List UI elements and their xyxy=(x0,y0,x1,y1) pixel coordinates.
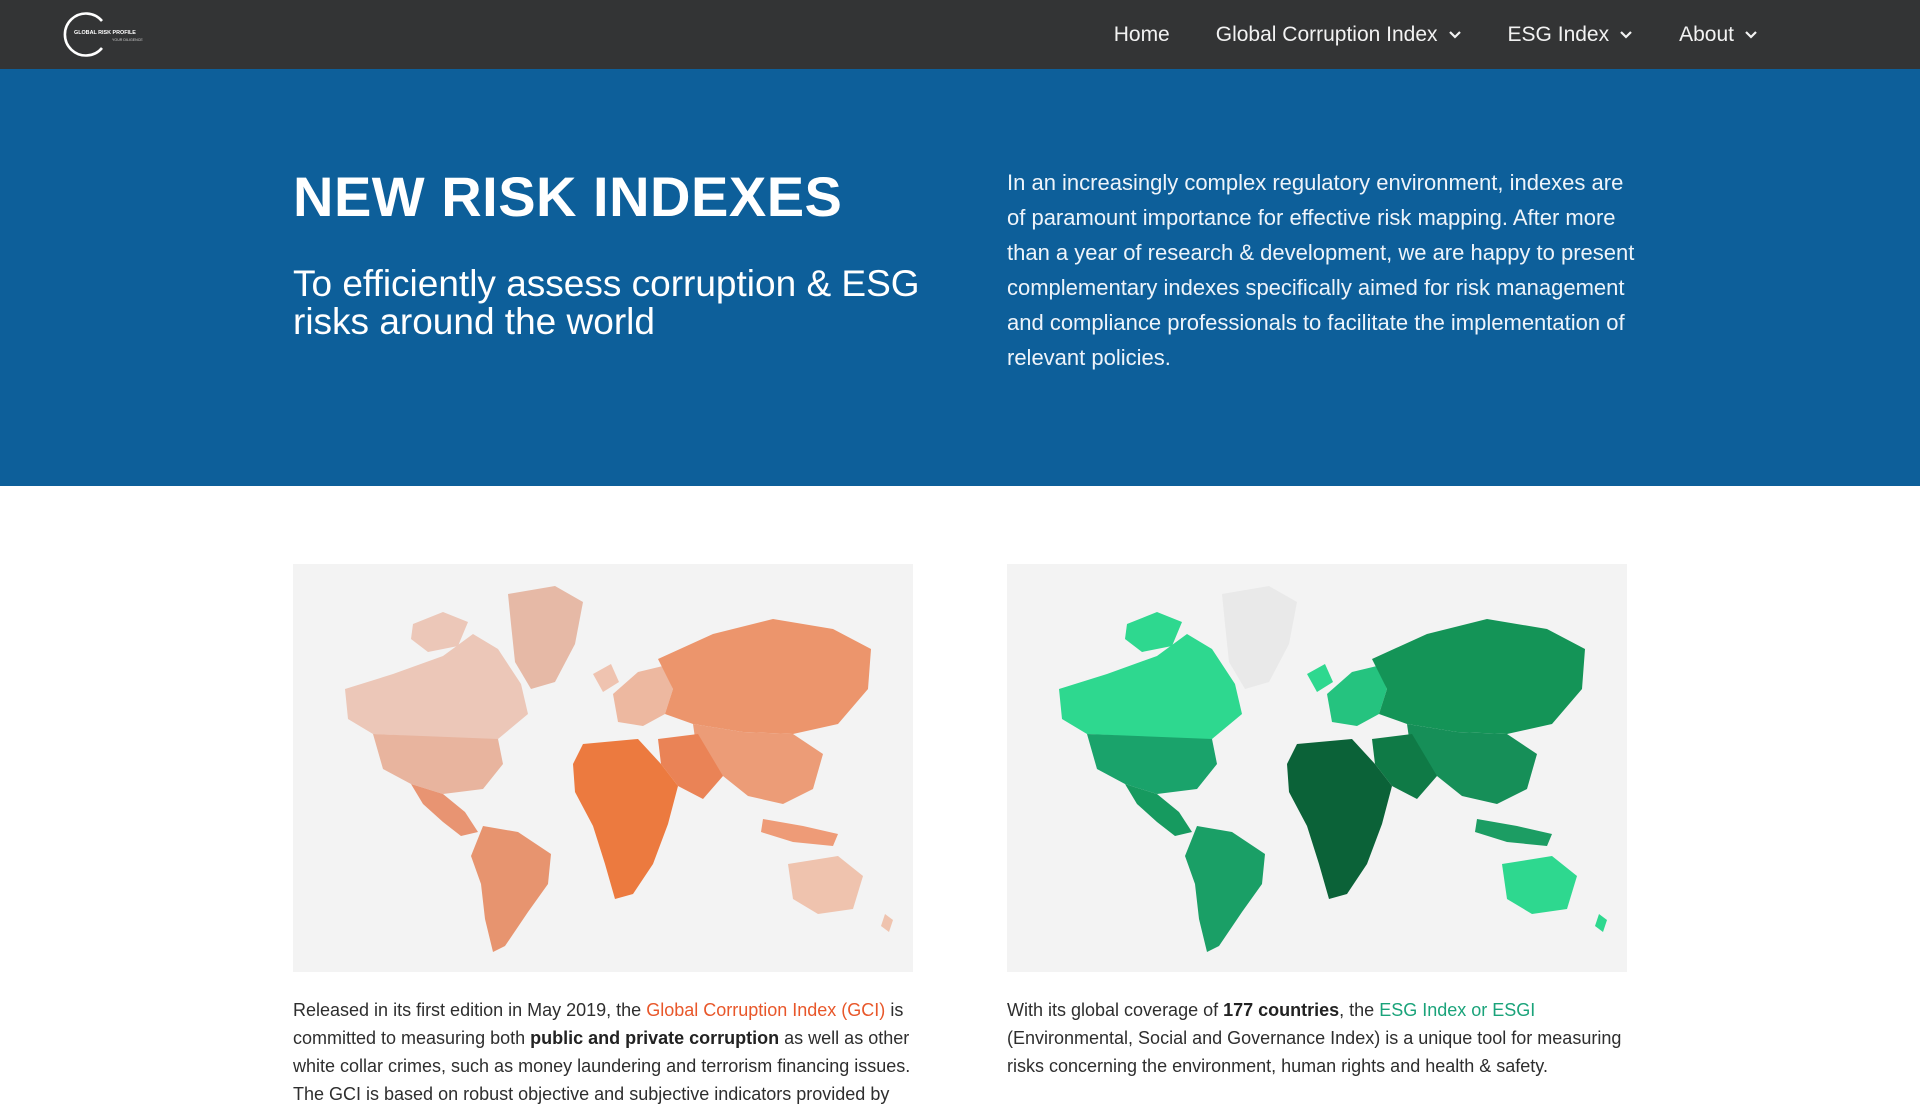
esg-world-map xyxy=(1007,564,1627,972)
esg-link[interactable]: ESG Index or ESGI xyxy=(1379,1000,1535,1020)
nav-home-label: Home xyxy=(1113,22,1170,46)
top-navbar: GLOBAL RISK PROFILE YOUR DILIGENCE Home … xyxy=(0,0,1920,69)
nav-esg-label: ESG Index xyxy=(1507,22,1610,46)
esg-text-part2: , the xyxy=(1339,1000,1380,1020)
nav-global-corruption-index[interactable]: Global Corruption Index xyxy=(1216,23,1462,47)
nav-gci-label: Global Corruption Index xyxy=(1215,22,1438,46)
esg-text-part1: With its global coverage of xyxy=(1007,1000,1224,1020)
gci-description: Released in its first edition in May 201… xyxy=(293,996,923,1107)
gci-link[interactable]: Global Corruption Index (GCI) xyxy=(646,1000,885,1020)
gci-world-map-graphic xyxy=(345,586,893,952)
nav-about[interactable]: About xyxy=(1679,23,1758,47)
gci-bold-phrase: public and private corruption xyxy=(530,1028,780,1048)
chevron-down-icon xyxy=(1620,30,1632,39)
gci-text-part1: Released in its first edition in May 201… xyxy=(293,1000,647,1020)
esg-bold-phrase: 177 countries xyxy=(1223,1000,1340,1020)
logo-text-line1: GLOBAL RISK PROFILE xyxy=(74,30,136,36)
global-risk-profile-logo[interactable]: GLOBAL RISK PROFILE YOUR DILIGENCE xyxy=(62,11,167,58)
esg-text-part3: (Environmental, Social and Governance In… xyxy=(1007,1028,1622,1076)
nav-home[interactable]: Home xyxy=(1114,23,1170,47)
hero-title: NEW RISK INDEXES xyxy=(293,165,843,228)
esg-world-map-graphic xyxy=(1059,586,1607,952)
chevron-down-icon xyxy=(1448,30,1461,39)
hero-subtitle: To efficiently assess corruption & ESG r… xyxy=(293,263,920,342)
esg-description: With its global coverage of 177 countrie… xyxy=(1007,996,1637,1080)
nav-esg-index[interactable]: ESG Index xyxy=(1508,23,1634,47)
main-nav: Home Global Corruption Index ESG Index A… xyxy=(1068,0,1758,69)
chevron-down-icon xyxy=(1745,30,1757,39)
nav-about-label: About xyxy=(1679,22,1734,46)
hero-description: In an increasingly complex regulatory en… xyxy=(1007,170,1635,370)
hero-banner: NEW RISK INDEXES To efficiently assess c… xyxy=(0,69,1920,486)
gci-world-map xyxy=(293,564,913,972)
logo-text-line2: YOUR DILIGENCE xyxy=(112,38,143,42)
